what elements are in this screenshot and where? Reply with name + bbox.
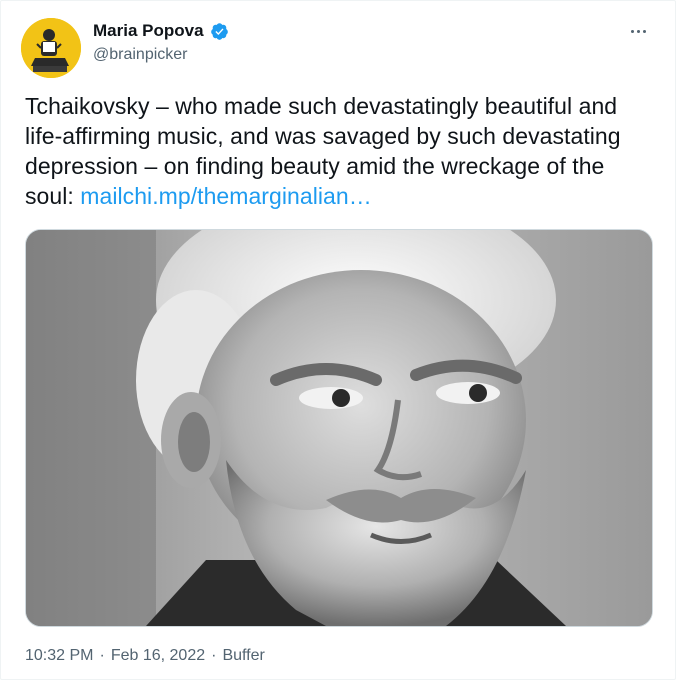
tweet-text: Tchaikovsky – who made such devastatingl… (25, 91, 645, 211)
author-name-row: Maria Popova (93, 21, 229, 41)
tweet-media-photo[interactable] (25, 229, 653, 627)
more-options-icon (630, 29, 634, 33)
meta-separator: · (211, 647, 217, 664)
author-name[interactable]: Maria Popova (93, 21, 204, 41)
more-options-dot (642, 29, 646, 33)
portrait-photo-icon (26, 230, 652, 626)
meta-separator: · (99, 647, 105, 664)
tweet-card: Maria Popova @brainpicker Tchaikovsky – … (0, 0, 676, 680)
tweet-link[interactable]: mailchi.mp/themarginalian… (80, 183, 371, 209)
author-handle[interactable]: @brainpicker (93, 46, 188, 64)
author-avatar[interactable] (21, 18, 81, 78)
tweet-meta: 10:32 PM · Feb 16, 2022 · Buffer (25, 647, 265, 665)
verified-badge-icon (210, 22, 228, 40)
more-options-button[interactable] (625, 21, 651, 41)
tweet-date[interactable]: Feb 16, 2022 (111, 647, 205, 665)
avatar-illustration-icon (21, 18, 81, 78)
tweet-source[interactable]: Buffer (222, 647, 264, 665)
more-options-dot (636, 29, 640, 33)
tweet-time[interactable]: 10:32 PM (25, 647, 93, 665)
